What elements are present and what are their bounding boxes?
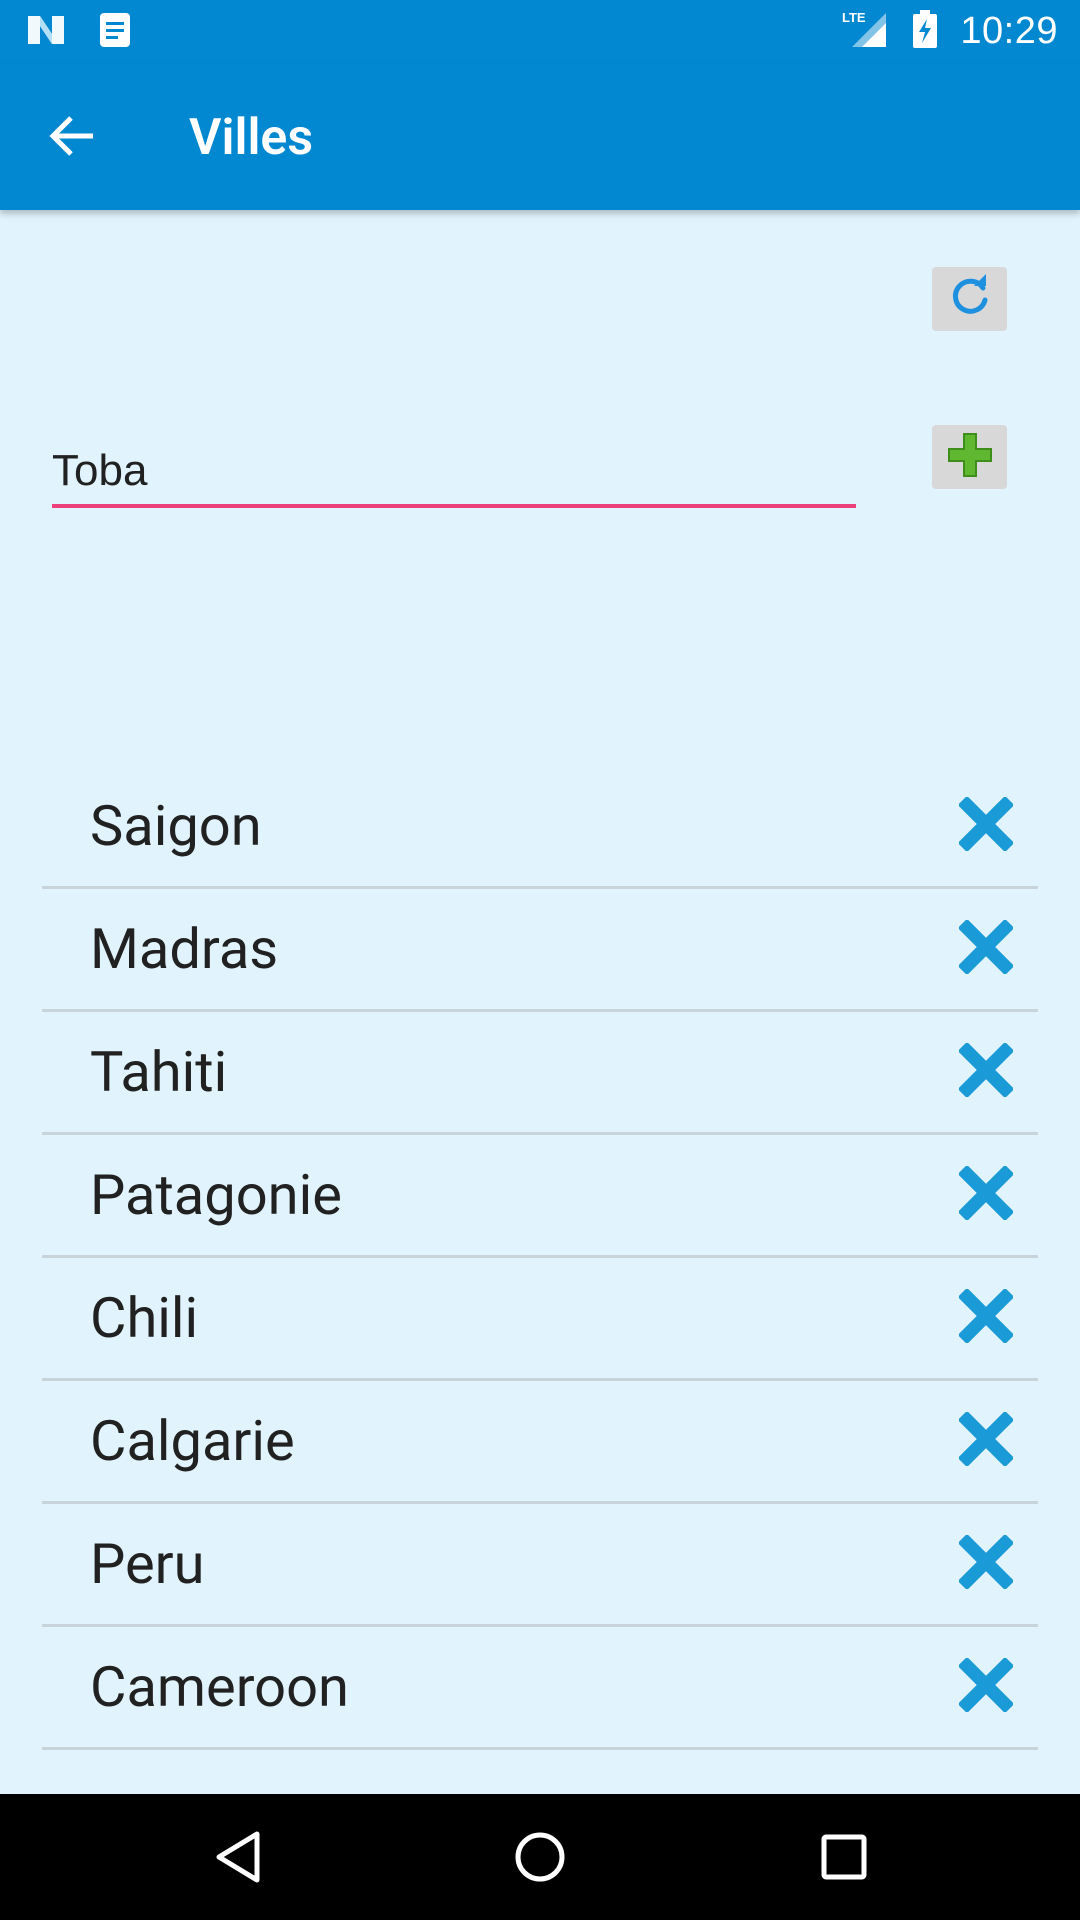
- list-item[interactable]: Chili: [42, 1258, 1038, 1381]
- navigation-bar: [0, 1794, 1080, 1920]
- list-item[interactable]: Saigon: [42, 766, 1038, 889]
- delete-button[interactable]: [956, 794, 1016, 854]
- status-right-icons: LTE 10:29: [840, 8, 1058, 54]
- close-icon: [959, 1535, 1013, 1589]
- page-title: Villes: [189, 109, 314, 167]
- city-input[interactable]: [52, 438, 856, 508]
- list-item[interactable]: Calgarie: [42, 1381, 1038, 1504]
- list-item[interactable]: Tahiti: [42, 1012, 1038, 1135]
- city-name: Saigon: [90, 793, 262, 859]
- refresh-button[interactable]: [932, 267, 1007, 331]
- network-label: LTE: [842, 10, 866, 25]
- n-logo-icon: [26, 14, 66, 50]
- close-icon: [959, 1412, 1013, 1466]
- square-recents-icon: [821, 1834, 867, 1880]
- delete-button[interactable]: [956, 1040, 1016, 1100]
- city-name: Calgarie: [90, 1408, 295, 1474]
- delete-button[interactable]: [956, 1163, 1016, 1223]
- status-left-icons: [26, 12, 132, 52]
- delete-button[interactable]: [956, 1286, 1016, 1346]
- city-name: Patagonie: [90, 1162, 342, 1228]
- close-icon: [959, 920, 1013, 974]
- city-name: Cameroon: [90, 1654, 349, 1720]
- plus-icon: [946, 431, 994, 483]
- status-time: 10:29: [960, 9, 1058, 52]
- close-icon: [959, 1043, 1013, 1097]
- delete-button[interactable]: [956, 1655, 1016, 1715]
- status-bar: LTE 10:29: [0, 0, 1080, 63]
- city-name: Madras: [90, 916, 279, 982]
- close-icon: [959, 1166, 1013, 1220]
- list-item[interactable]: Patagonie: [42, 1135, 1038, 1258]
- refresh-icon: [947, 274, 993, 324]
- lte-signal-icon: LTE: [840, 9, 890, 53]
- delete-button[interactable]: [956, 917, 1016, 977]
- close-icon: [959, 797, 1013, 851]
- city-name: Chili: [90, 1285, 199, 1351]
- nav-recents-button[interactable]: [814, 1827, 874, 1887]
- delete-button[interactable]: [956, 1532, 1016, 1592]
- nav-back-button[interactable]: [208, 1827, 268, 1887]
- city-name: Tahiti: [90, 1039, 228, 1105]
- notes-icon: [98, 11, 132, 53]
- city-list: Saigon Madras Tahiti Patagonie Chili Cal…: [42, 766, 1038, 1750]
- circle-home-icon: [515, 1832, 565, 1882]
- list-item[interactable]: Madras: [42, 889, 1038, 1012]
- delete-button[interactable]: [956, 1409, 1016, 1469]
- list-item[interactable]: Peru: [42, 1504, 1038, 1627]
- triangle-back-icon: [216, 1831, 260, 1883]
- arrow-back-icon: [49, 114, 97, 162]
- app-bar: Villes: [0, 63, 1080, 210]
- close-icon: [959, 1658, 1013, 1712]
- list-item[interactable]: Cameroon: [42, 1627, 1038, 1750]
- nav-home-button[interactable]: [510, 1827, 570, 1887]
- close-icon: [959, 1289, 1013, 1343]
- add-city-button[interactable]: [932, 425, 1007, 489]
- battery-charging-icon: [912, 9, 938, 53]
- city-name: Peru: [90, 1531, 205, 1597]
- back-button[interactable]: [38, 103, 108, 173]
